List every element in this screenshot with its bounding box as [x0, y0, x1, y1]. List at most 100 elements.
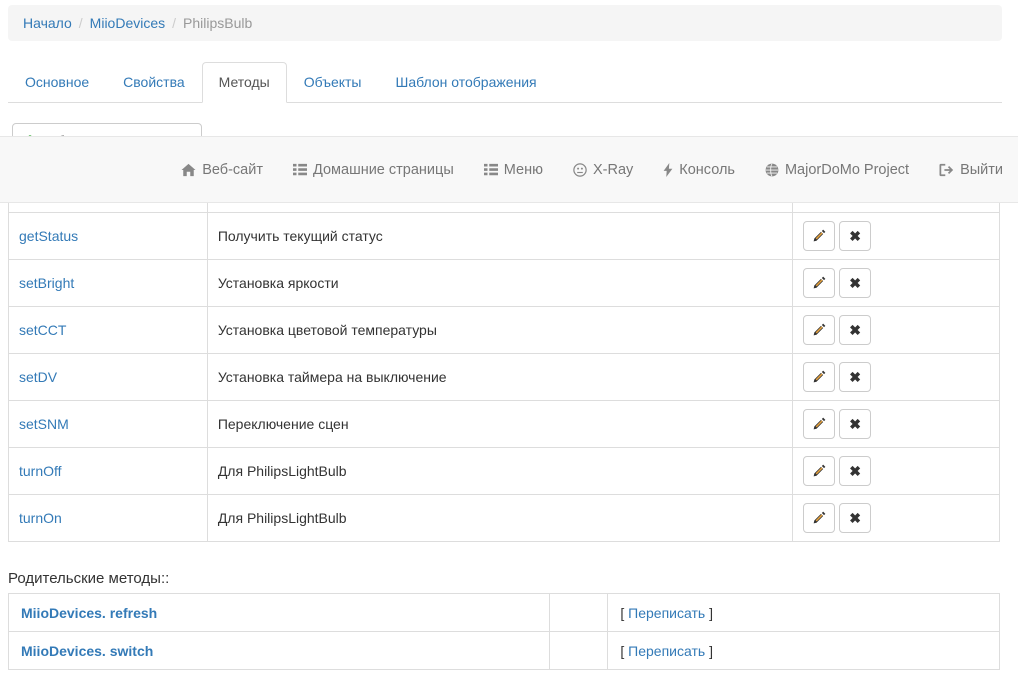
method-link-turnoff[interactable]: turnOff — [19, 463, 62, 479]
delete-button[interactable]: ✖ — [839, 268, 871, 298]
edit-button[interactable] — [803, 362, 835, 392]
tab-osnovnoe[interactable]: Основное — [8, 62, 106, 103]
signout-icon — [939, 163, 954, 177]
tab-shablon-otobrazheniya[interactable]: Шаблон отображения — [379, 62, 554, 103]
method-name-cell: setCCT — [9, 306, 208, 353]
method-actions-cell: ✖ — [793, 259, 1000, 306]
methods-table: getStatus Получить текущий статус ✖ — [8, 203, 1000, 542]
nav-item-website[interactable]: Веб-сайт — [166, 162, 278, 178]
method-actions-cell: ✖ — [793, 212, 1000, 259]
table-row: turnOff Для PhilipsLightBulb ✖ — [9, 447, 1000, 494]
delete-button[interactable]: ✖ — [839, 315, 871, 345]
rewrite-link[interactable]: Переписать — [628, 643, 705, 659]
table-row: MiioDevices. refresh [ Переписать ] — [9, 594, 1000, 632]
bracket-close: ] — [709, 643, 713, 659]
times-icon: ✖ — [849, 323, 861, 337]
action-button-group: ✖ — [803, 503, 989, 533]
delete-button[interactable]: ✖ — [839, 409, 871, 439]
nav-item-home-pages[interactable]: Домашние страницы — [278, 162, 469, 178]
nav-item-label: Меню — [504, 162, 543, 178]
parent-method-link-switch[interactable]: MiioDevices. switch — [21, 643, 153, 659]
action-button-group: ✖ — [803, 456, 989, 486]
times-icon: ✖ — [849, 464, 861, 478]
delete-button[interactable]: ✖ — [839, 503, 871, 533]
method-link-setsnm[interactable]: setSNM — [19, 416, 69, 432]
nav-item-label: Веб-сайт — [202, 162, 263, 178]
method-link-setdv[interactable]: setDV — [19, 369, 57, 385]
tab-metody[interactable]: Методы — [202, 62, 287, 103]
pencil-icon — [813, 511, 826, 524]
nav-item-label: Выйти — [960, 162, 1003, 178]
method-name-cell: setSNM — [9, 400, 208, 447]
nav-item-majordomo-project[interactable]: MajorDoMo Project — [750, 162, 924, 178]
method-description-cell: Для PhilipsLightBulb — [207, 494, 792, 541]
parent-method-action-cell: [ Переписать ] — [608, 632, 1000, 670]
method-name-cell: getStatus — [9, 212, 208, 259]
tab-obekty[interactable]: Объекты — [287, 62, 379, 103]
edit-button[interactable] — [803, 221, 835, 251]
times-icon: ✖ — [849, 370, 861, 384]
method-link-getstatus[interactable]: getStatus — [19, 228, 78, 244]
method-link-setcct[interactable]: setCCT — [19, 322, 66, 338]
edit-button[interactable] — [803, 503, 835, 533]
parent-class-name: MiioDevices. — [21, 643, 106, 659]
rewrite-link[interactable]: Переписать — [628, 605, 705, 621]
method-actions-cell: ✖ — [793, 494, 1000, 541]
nav-item-label: Домашние страницы — [313, 162, 454, 178]
globe-icon — [765, 163, 779, 177]
tab-svoystva[interactable]: Свойства — [106, 62, 201, 103]
top-navbar: Веб-сайт Домашние страницы Меню X-Ray Ко — [0, 136, 1018, 203]
pencil-icon — [813, 276, 826, 289]
method-name-cell: turnOn — [9, 494, 208, 541]
table-row: turnOn Для PhilipsLightBulb ✖ — [9, 494, 1000, 541]
edit-button[interactable] — [803, 315, 835, 345]
nav-item-menu[interactable]: Меню — [469, 162, 558, 178]
parent-method-spacer-cell — [550, 594, 608, 632]
method-description-cell: Установка цветовой температуры — [207, 306, 792, 353]
method-description-cell — [207, 203, 792, 212]
parent-methods-heading: Родительские методы:: — [8, 570, 169, 587]
table-row: setDV Установка таймера на выключение ✖ — [9, 353, 1000, 400]
bracket-open: [ — [620, 643, 624, 659]
page-root: Начало / MiioDevices / PhilipsBulb Основ… — [0, 0, 1018, 686]
breadcrumb-item-miiodevices[interactable]: MiioDevices — [90, 15, 165, 31]
pencil-icon — [813, 229, 826, 242]
delete-button[interactable]: ✖ — [839, 456, 871, 486]
breadcrumb-item-philipsbulb: PhilipsBulb — [183, 15, 252, 31]
action-button-group: ✖ — [803, 315, 989, 345]
nav-item-logout[interactable]: Выйти — [924, 162, 1018, 178]
breadcrumb-separator: / — [79, 15, 83, 31]
action-button-group: ✖ — [803, 362, 989, 392]
edit-button[interactable] — [803, 456, 835, 486]
parent-method-name: switch — [110, 643, 154, 659]
parent-method-name: refresh — [110, 605, 157, 621]
xray-icon — [573, 163, 587, 177]
times-icon: ✖ — [849, 276, 861, 290]
edit-button[interactable] — [803, 268, 835, 298]
method-actions-cell: ✖ — [793, 447, 1000, 494]
pencil-icon — [813, 370, 826, 383]
nav-item-console[interactable]: Консоль — [648, 162, 750, 178]
parent-method-name-cell: MiioDevices. refresh — [9, 594, 550, 632]
delete-button[interactable]: ✖ — [839, 221, 871, 251]
delete-button[interactable]: ✖ — [839, 362, 871, 392]
nav-item-label: X-Ray — [593, 162, 633, 178]
pencil-icon — [813, 323, 826, 336]
edit-button[interactable] — [803, 409, 835, 439]
method-name-cell: turnOff — [9, 447, 208, 494]
parent-method-link-refresh[interactable]: MiioDevices. refresh — [21, 605, 157, 621]
parent-methods-table: MiioDevices. refresh [ Переписать ] Miio… — [8, 593, 1000, 670]
method-description-cell: Установка яркости — [207, 259, 792, 306]
method-link-setbright[interactable]: setBright — [19, 275, 74, 291]
bracket-open: [ — [620, 605, 624, 621]
method-description-cell: Для PhilipsLightBulb — [207, 447, 792, 494]
tab-bar: Основное Свойства Методы Объекты Шаблон … — [8, 65, 1002, 103]
nav-item-xray[interactable]: X-Ray — [558, 162, 648, 178]
pencil-icon — [813, 417, 826, 430]
table-row-clipped — [9, 203, 1000, 212]
method-actions-cell: ✖ — [793, 306, 1000, 353]
breadcrumb-item-home[interactable]: Начало — [23, 15, 72, 31]
table-row: setSNM Переключение сцен ✖ — [9, 400, 1000, 447]
method-link-turnon[interactable]: turnOn — [19, 510, 62, 526]
method-name-cell: setBright — [9, 259, 208, 306]
